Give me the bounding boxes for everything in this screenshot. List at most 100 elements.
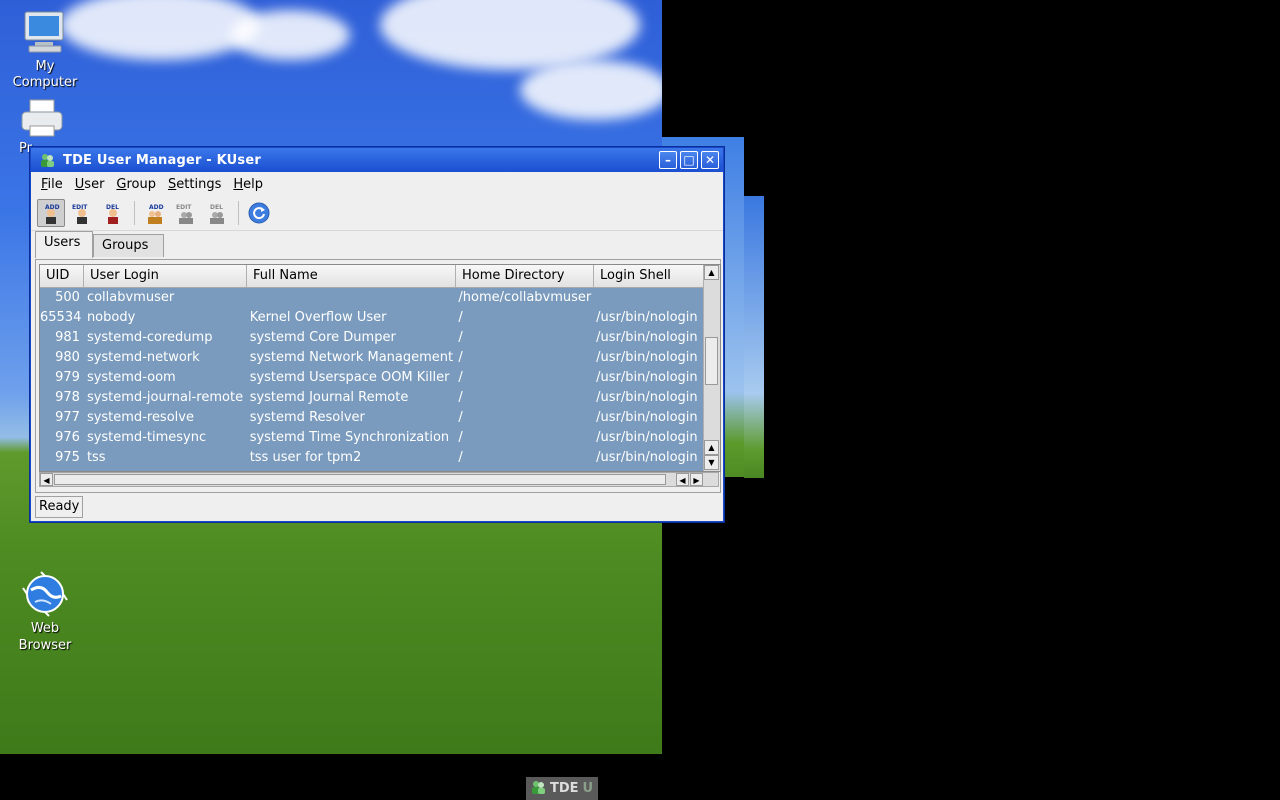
list-rows: 500 collabvmuser/home/collabvmuser 65534 no… — [40, 288, 703, 471]
toolbar-separator — [134, 201, 135, 225]
column-header-uid[interactable]: UID — [40, 265, 84, 287]
desktop-icon-label: Computer — [12, 75, 78, 90]
delete-user-button[interactable]: DEL — [99, 199, 127, 227]
add-user-button[interactable]: ADD — [37, 199, 65, 227]
menu-file[interactable]: File — [35, 177, 69, 192]
table-cell-shell: /usr/bin/nologin — [596, 390, 698, 405]
table-cell-uid: 981 — [55, 330, 80, 345]
scroll-left-arrow-icon[interactable]: ◀ — [676, 473, 689, 486]
table-row[interactable]: 981 systemd-coredump systemd Core Dumper / /… — [40, 328, 703, 348]
table-row[interactable]: 976 systemd-timesync systemd Time Synchron… — [40, 428, 703, 448]
desktop-icon-label: Browser — [18, 638, 72, 653]
table-cell-shell: /usr/bin/nologin — [596, 330, 698, 345]
table-row[interactable]: 979 systemd-oom systemd Userspace OOM Kill… — [40, 368, 703, 388]
scroll-right-arrow-icon[interactable]: ▶ — [690, 473, 703, 486]
minimize-button[interactable]: – — [659, 151, 677, 169]
table-cell-name: systemd Core Dumper — [249, 330, 396, 345]
table-cell-uid: 978 — [55, 390, 80, 405]
table-cell-home: / — [458, 350, 463, 365]
table-cell-shell: /usr/bin/nologin — [596, 310, 698, 325]
reload-icon — [248, 202, 270, 224]
add-user-icon: ADD — [45, 204, 60, 224]
desktop-icon-web-browser[interactable]: Web Browser — [0, 570, 90, 654]
taskbar-label-suffix: U — [582, 781, 594, 796]
users-app-icon — [39, 152, 55, 168]
table-row[interactable]: 975 tss tss user for tpm2 / /usr/bin/nologin — [40, 448, 703, 468]
edit-user-button[interactable]: EDIT — [68, 199, 96, 227]
column-header-full-name[interactable]: Full Name — [247, 265, 456, 287]
table-cell-home: / — [458, 450, 463, 465]
vertical-scrollbar[interactable]: ▲ ▲ ▼ — [703, 265, 720, 471]
table-cell-name: Kernel Overflow User — [249, 310, 387, 325]
delete-user-icon: DEL — [106, 204, 119, 224]
taskbar-label: TDE — [550, 781, 579, 796]
table-cell-home: /home/collabvmuser — [458, 290, 592, 305]
horizontal-scrollbar[interactable]: ◀ ◀ ▶ — [39, 472, 719, 487]
menubar: File User Group Settings Help — [31, 172, 723, 196]
menu-group[interactable]: Group — [110, 177, 162, 192]
vertical-scroll-thumb[interactable] — [705, 337, 718, 385]
toolbar: ADD EDIT DEL ADD EDIT DEL — [31, 196, 723, 231]
table-cell-shell: /usr/bin/nologin — [596, 350, 698, 365]
table-cell-shell: /usr/bin/nologin — [596, 450, 698, 465]
tab-bar: Users Groups — [31, 231, 723, 258]
table-cell-login: nobody — [86, 310, 136, 325]
table-cell-uid: 976 — [55, 430, 80, 445]
table-cell-login: systemd-timesync — [86, 430, 207, 445]
tab-users[interactable]: Users — [35, 231, 93, 258]
reload-button[interactable] — [245, 199, 273, 227]
scroll-down-arrow-icon[interactable]: ▼ — [704, 455, 719, 470]
close-button[interactable]: ✕ — [701, 151, 719, 169]
table-cell-home: / — [458, 410, 463, 425]
table-row[interactable]: 978 systemd-journal-remote systemd Journal… — [40, 388, 703, 408]
tab-groups[interactable]: Groups — [93, 234, 164, 257]
scroll-left-arrow-icon[interactable]: ◀ — [40, 473, 53, 486]
delete-group-button[interactable]: DEL — [203, 199, 231, 227]
table-row[interactable]: 980 systemd-network systemd Network Manage… — [40, 348, 703, 368]
table-cell-home: / — [458, 310, 463, 325]
horizontal-scroll-thumb[interactable] — [54, 474, 666, 485]
status-bar: Ready — [35, 496, 84, 518]
table-cell-home: / — [458, 430, 463, 445]
taskbar-item-kuser[interactable]: TDE U — [526, 777, 598, 800]
table-cell-home: / — [458, 330, 463, 345]
table-row[interactable]: 65534 nobody Kernel Overflow User / /usr/bin… — [40, 308, 703, 328]
add-group-icon: ADD — [148, 204, 164, 224]
table-cell-uid: 979 — [55, 370, 80, 385]
table-row[interactable]: 977 systemd-resolve systemd Resolver / /usr/… — [40, 408, 703, 428]
maximize-button[interactable]: □ — [680, 151, 698, 169]
table-cell-login: tss — [86, 450, 106, 465]
users-list[interactable]: UID User Login Full Name Home Directory … — [39, 264, 721, 472]
table-cell-login: collabvmuser — [86, 290, 175, 305]
table-cell-name: systemd Journal Remote — [249, 390, 409, 405]
table-cell-login: systemd-coredump — [86, 330, 213, 345]
window-titlebar[interactable]: TDE User Manager - KUser – □ ✕ — [31, 148, 723, 172]
table-cell-home: / — [458, 390, 463, 405]
table-cell-name: systemd Userspace OOM Killer — [249, 370, 450, 385]
table-row[interactable]: 500 collabvmuser/home/collabvmuser — [40, 288, 703, 308]
table-cell-name — [247, 288, 456, 308]
table-cell-uid: 977 — [55, 410, 80, 425]
table-cell-uid: 980 — [55, 350, 80, 365]
add-group-button[interactable]: ADD — [141, 199, 169, 227]
table-cell-name: tss user for tpm2 — [249, 450, 362, 465]
users-app-icon — [530, 779, 546, 799]
column-header-login-shell[interactable]: Login Shell — [594, 265, 704, 287]
menu-settings[interactable]: Settings — [162, 177, 227, 192]
menu-user[interactable]: User — [69, 177, 111, 192]
column-header-home-directory[interactable]: Home Directory — [456, 265, 594, 287]
table-cell-name: systemd Time Synchronization — [249, 430, 450, 445]
edit-group-button[interactable]: EDIT — [172, 199, 200, 227]
desktop-icon-my-computer[interactable]: My Computer — [0, 8, 90, 91]
scroll-up-arrow-icon[interactable]: ▲ — [704, 265, 719, 280]
svg-text:EDIT: EDIT — [176, 204, 192, 211]
desktop-icon-label: Web — [30, 621, 60, 636]
toolbar-separator — [238, 201, 239, 225]
table-cell-name: systemd Network Management — [249, 350, 454, 365]
scroll-up-arrow-icon[interactable]: ▲ — [704, 440, 719, 455]
svg-text:DEL: DEL — [210, 204, 223, 211]
table-cell-name: systemd Resolver — [249, 410, 365, 425]
menu-help[interactable]: Help — [227, 177, 269, 192]
column-header-user-login[interactable]: User Login — [84, 265, 247, 287]
desktop-icon-label: My — [35, 59, 55, 74]
